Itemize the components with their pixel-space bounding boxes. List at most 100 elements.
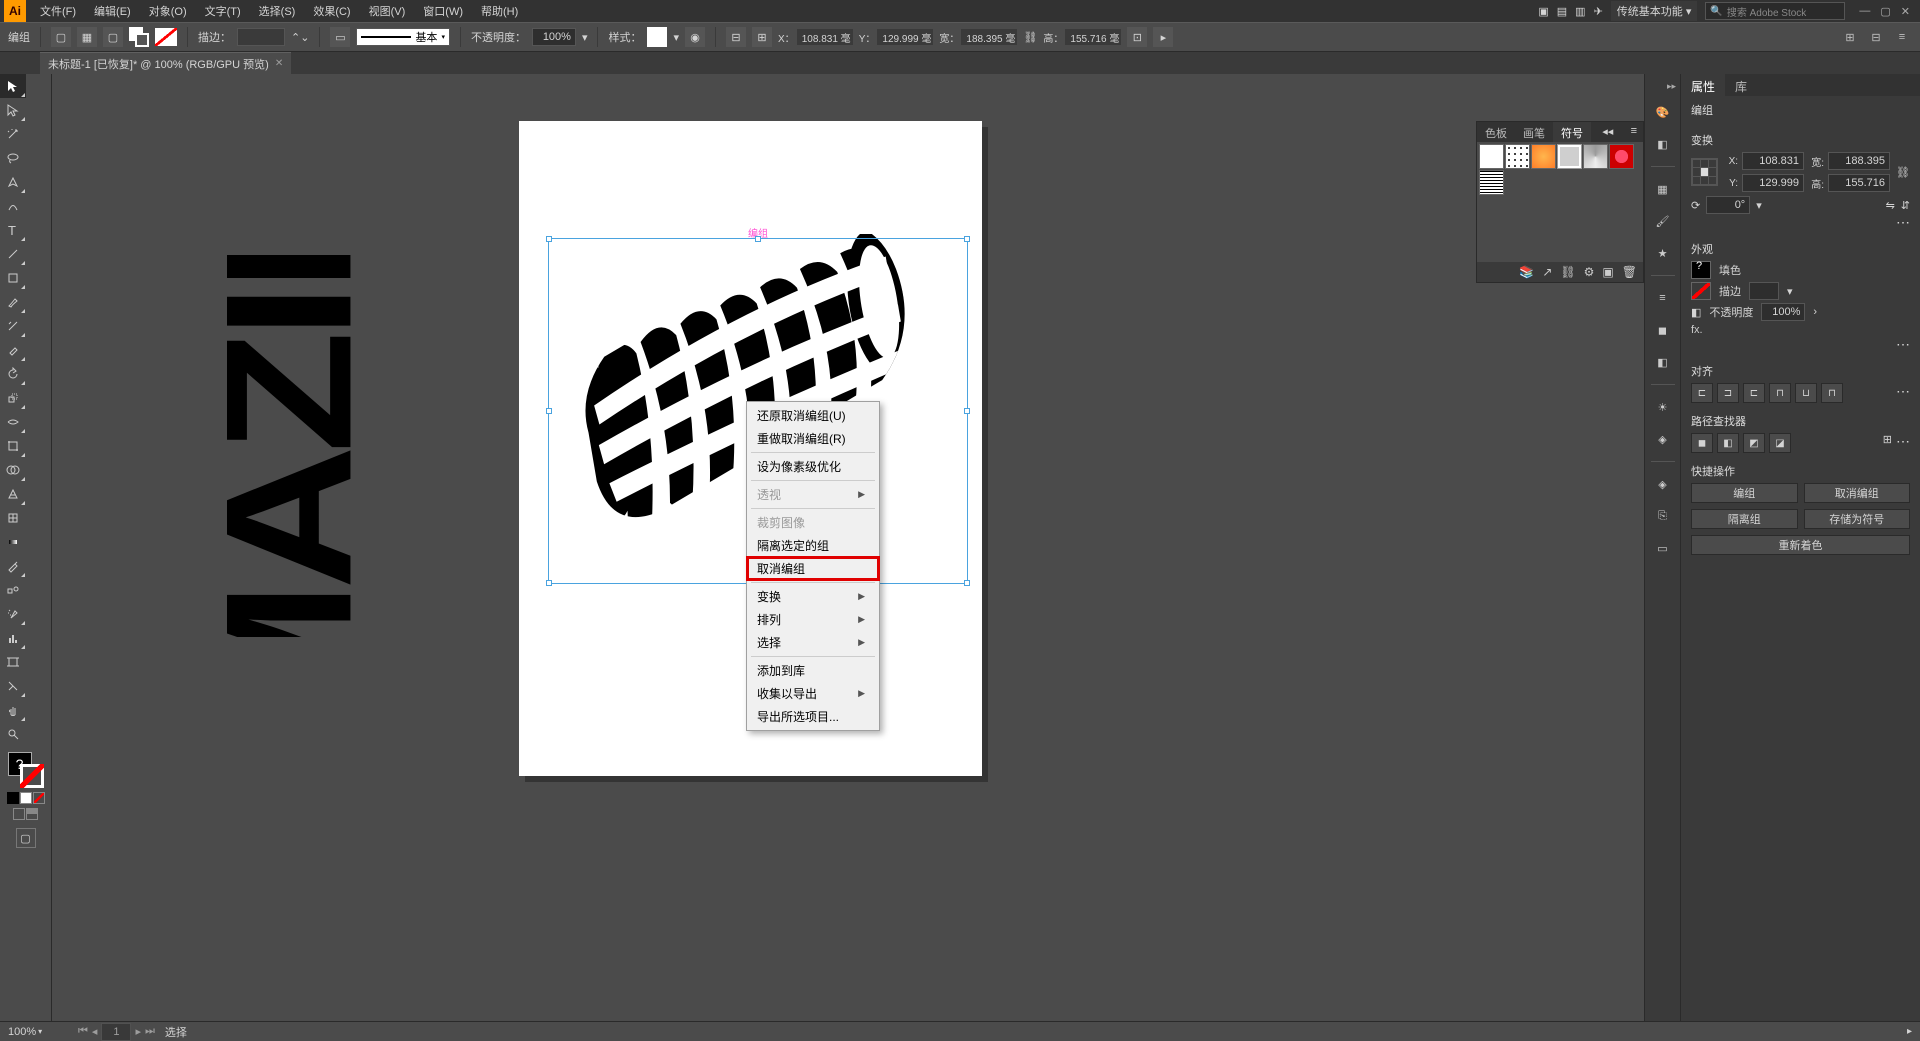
reference-point[interactable] bbox=[1691, 158, 1718, 186]
lasso-tool[interactable] bbox=[0, 146, 26, 170]
place-symbol-icon[interactable]: ↗ bbox=[1542, 265, 1552, 279]
symbol-swatch[interactable] bbox=[1505, 144, 1530, 169]
blend-tool[interactable] bbox=[0, 578, 26, 602]
symbol-options-icon[interactable]: ⚙ bbox=[1584, 265, 1595, 279]
color-guide-icon[interactable]: ◧ bbox=[1651, 132, 1675, 156]
anchor-proxy-icon[interactable]: ▢ bbox=[51, 27, 71, 47]
gradient-tool[interactable] bbox=[0, 530, 26, 554]
w-value[interactable]: 188.395 毫 bbox=[961, 29, 1017, 45]
appearance-more-icon[interactable]: ⋯ bbox=[1896, 336, 1910, 353]
draw-modes[interactable] bbox=[13, 808, 38, 820]
quick-recolor-button[interactable]: 重新着色 bbox=[1691, 535, 1910, 555]
gpu-icon[interactable]: ▤ bbox=[1557, 5, 1567, 18]
prop-x[interactable]: 108.831 bbox=[1742, 152, 1804, 170]
context-menu-item[interactable]: 添加到库 bbox=[747, 659, 879, 682]
menu-type[interactable]: 文字(T) bbox=[197, 0, 249, 22]
stroke-weight-prop[interactable] bbox=[1749, 282, 1779, 300]
options-icon[interactable]: ≡ bbox=[1892, 27, 1912, 47]
type-tool[interactable]: T bbox=[0, 218, 26, 242]
pf-intersect-icon[interactable]: ◩ bbox=[1743, 433, 1765, 453]
tab-symbols[interactable]: 符号 bbox=[1553, 122, 1591, 142]
paintbrush-tool[interactable] bbox=[0, 290, 26, 314]
tab-properties[interactable]: 属性 bbox=[1681, 74, 1725, 96]
orientation-icon[interactable]: ▣ bbox=[1538, 5, 1548, 18]
arrange-docs-icon[interactable]: ▥ bbox=[1575, 5, 1585, 18]
width-tool[interactable] bbox=[0, 410, 26, 434]
artboards-panel-icon[interactable]: ▭ bbox=[1651, 536, 1675, 560]
stroke-swatch-icon[interactable]: ▢ bbox=[103, 27, 123, 47]
context-menu-item[interactable]: 重做取消编组(R) bbox=[747, 427, 879, 450]
tab-swatches[interactable]: 色板 bbox=[1477, 122, 1515, 142]
opacity-dd-prop[interactable]: › bbox=[1813, 306, 1817, 318]
stroke-weight-input[interactable] bbox=[237, 28, 285, 46]
break-link-icon[interactable]: ⛓ bbox=[1560, 265, 1575, 279]
rectangle-tool[interactable] bbox=[0, 266, 26, 290]
symbol-swatch[interactable] bbox=[1531, 144, 1556, 169]
pf-minus-icon[interactable]: ◧ bbox=[1717, 433, 1739, 453]
symbol-libraries-icon[interactable]: 📚 bbox=[1519, 265, 1534, 279]
align-to-icon[interactable]: ⊟ bbox=[1866, 27, 1886, 47]
opacity-value-prop[interactable]: 100% bbox=[1761, 303, 1805, 321]
eyedropper-tool[interactable] bbox=[0, 554, 26, 578]
graphic-style-swatch[interactable] bbox=[647, 27, 667, 47]
eraser-tool[interactable] bbox=[0, 338, 26, 362]
symbol-swatch[interactable] bbox=[1609, 144, 1634, 169]
prev-page-icon[interactable]: ◂ bbox=[92, 1025, 98, 1038]
tab-brushes[interactable]: 画笔 bbox=[1515, 122, 1553, 142]
first-page-icon[interactable]: ⏮ bbox=[78, 1025, 88, 1038]
opacity-dd-icon[interactable]: ▾ bbox=[582, 31, 588, 44]
curvature-tool[interactable] bbox=[0, 194, 26, 218]
var-width-icon[interactable]: ▭ bbox=[330, 27, 350, 47]
menu-window[interactable]: 窗口(W) bbox=[415, 0, 471, 22]
panel-collapse-icon[interactable]: ◂◂ bbox=[1596, 122, 1619, 142]
gradient-panel-icon[interactable]: ◼ bbox=[1651, 318, 1675, 342]
symbol-sprayer-tool[interactable] bbox=[0, 602, 26, 626]
direct-selection-tool[interactable] bbox=[0, 98, 26, 122]
align-more-icon[interactable]: ⋯ bbox=[1896, 383, 1910, 403]
pf-exclude-icon[interactable]: ◪ bbox=[1769, 433, 1791, 453]
menu-view[interactable]: 视图(V) bbox=[361, 0, 414, 22]
transparency-panel-icon[interactable]: ◧ bbox=[1651, 350, 1675, 374]
column-graph-tool[interactable] bbox=[0, 626, 26, 650]
color-panel-icon[interactable]: 🎨 bbox=[1651, 100, 1675, 124]
tab-close-icon[interactable]: ✕ bbox=[275, 58, 283, 69]
context-menu-item[interactable]: 排列▶ bbox=[747, 608, 879, 631]
shape-builder-tool[interactable] bbox=[0, 458, 26, 482]
fx-label[interactable]: fx. bbox=[1691, 324, 1910, 336]
appearance-panel-icon[interactable]: ☀ bbox=[1651, 395, 1675, 419]
align-right-icon[interactable]: ⊏ bbox=[1743, 383, 1765, 403]
stroke-panel-icon[interactable]: ≡ bbox=[1651, 286, 1675, 310]
context-menu-item[interactable]: 选择▶ bbox=[747, 631, 879, 654]
quick-isolate-button[interactable]: 隔离组 bbox=[1691, 509, 1798, 529]
transform-more-icon[interactable]: ⋯ bbox=[1896, 214, 1910, 231]
context-menu-item[interactable]: 设为像素级优化 bbox=[747, 455, 879, 478]
quick-ungroup-button[interactable]: 取消编组 bbox=[1804, 483, 1911, 503]
panel-menu-icon[interactable]: ≡ bbox=[1625, 122, 1643, 142]
magic-wand-tool[interactable] bbox=[0, 122, 26, 146]
dock-collapse-icon[interactable]: ▸▸ bbox=[1645, 80, 1680, 92]
asset-export-icon[interactable]: ⎘ bbox=[1651, 504, 1675, 528]
doc-info-dd[interactable]: ▸ bbox=[1907, 1026, 1912, 1037]
y-value[interactable]: 129.999 毫 bbox=[877, 29, 933, 45]
perspective-tool[interactable] bbox=[0, 482, 26, 506]
brushes-panel-icon[interactable]: 🖌 bbox=[1651, 209, 1675, 233]
tab-libraries[interactable]: 库 bbox=[1725, 74, 1757, 96]
quick-save-symbol-button[interactable]: 存储为符号 bbox=[1804, 509, 1911, 529]
stroke-weight-step[interactable]: ⌃⌄ bbox=[291, 31, 309, 44]
style-dd-icon[interactable]: ▾ bbox=[673, 31, 679, 44]
symbol-swatch[interactable] bbox=[1557, 144, 1582, 169]
screen-mode[interactable]: ▢ bbox=[16, 828, 36, 848]
pen-tool[interactable] bbox=[0, 170, 26, 194]
rotate-tool[interactable] bbox=[0, 362, 26, 386]
prop-angle[interactable]: 0° bbox=[1706, 196, 1750, 214]
shaper-tool[interactable] bbox=[0, 314, 26, 338]
stroke-weight-dd[interactable]: ▾ bbox=[1787, 285, 1793, 298]
angle-dd-icon[interactable]: ▾ bbox=[1756, 199, 1762, 212]
menu-object[interactable]: 对象(O) bbox=[141, 0, 195, 22]
link-wh-prop-icon[interactable]: ⛓ bbox=[1896, 166, 1910, 179]
prop-w[interactable]: 188.395 bbox=[1828, 152, 1890, 170]
flip-h-icon[interactable]: ⇋ bbox=[1886, 199, 1895, 212]
artboard-nav[interactable]: ⏮ ◂ 1 ▸ ⏭ bbox=[78, 1023, 155, 1041]
prop-h[interactable]: 155.716 bbox=[1828, 174, 1890, 192]
menu-help[interactable]: 帮助(H) bbox=[473, 0, 526, 22]
